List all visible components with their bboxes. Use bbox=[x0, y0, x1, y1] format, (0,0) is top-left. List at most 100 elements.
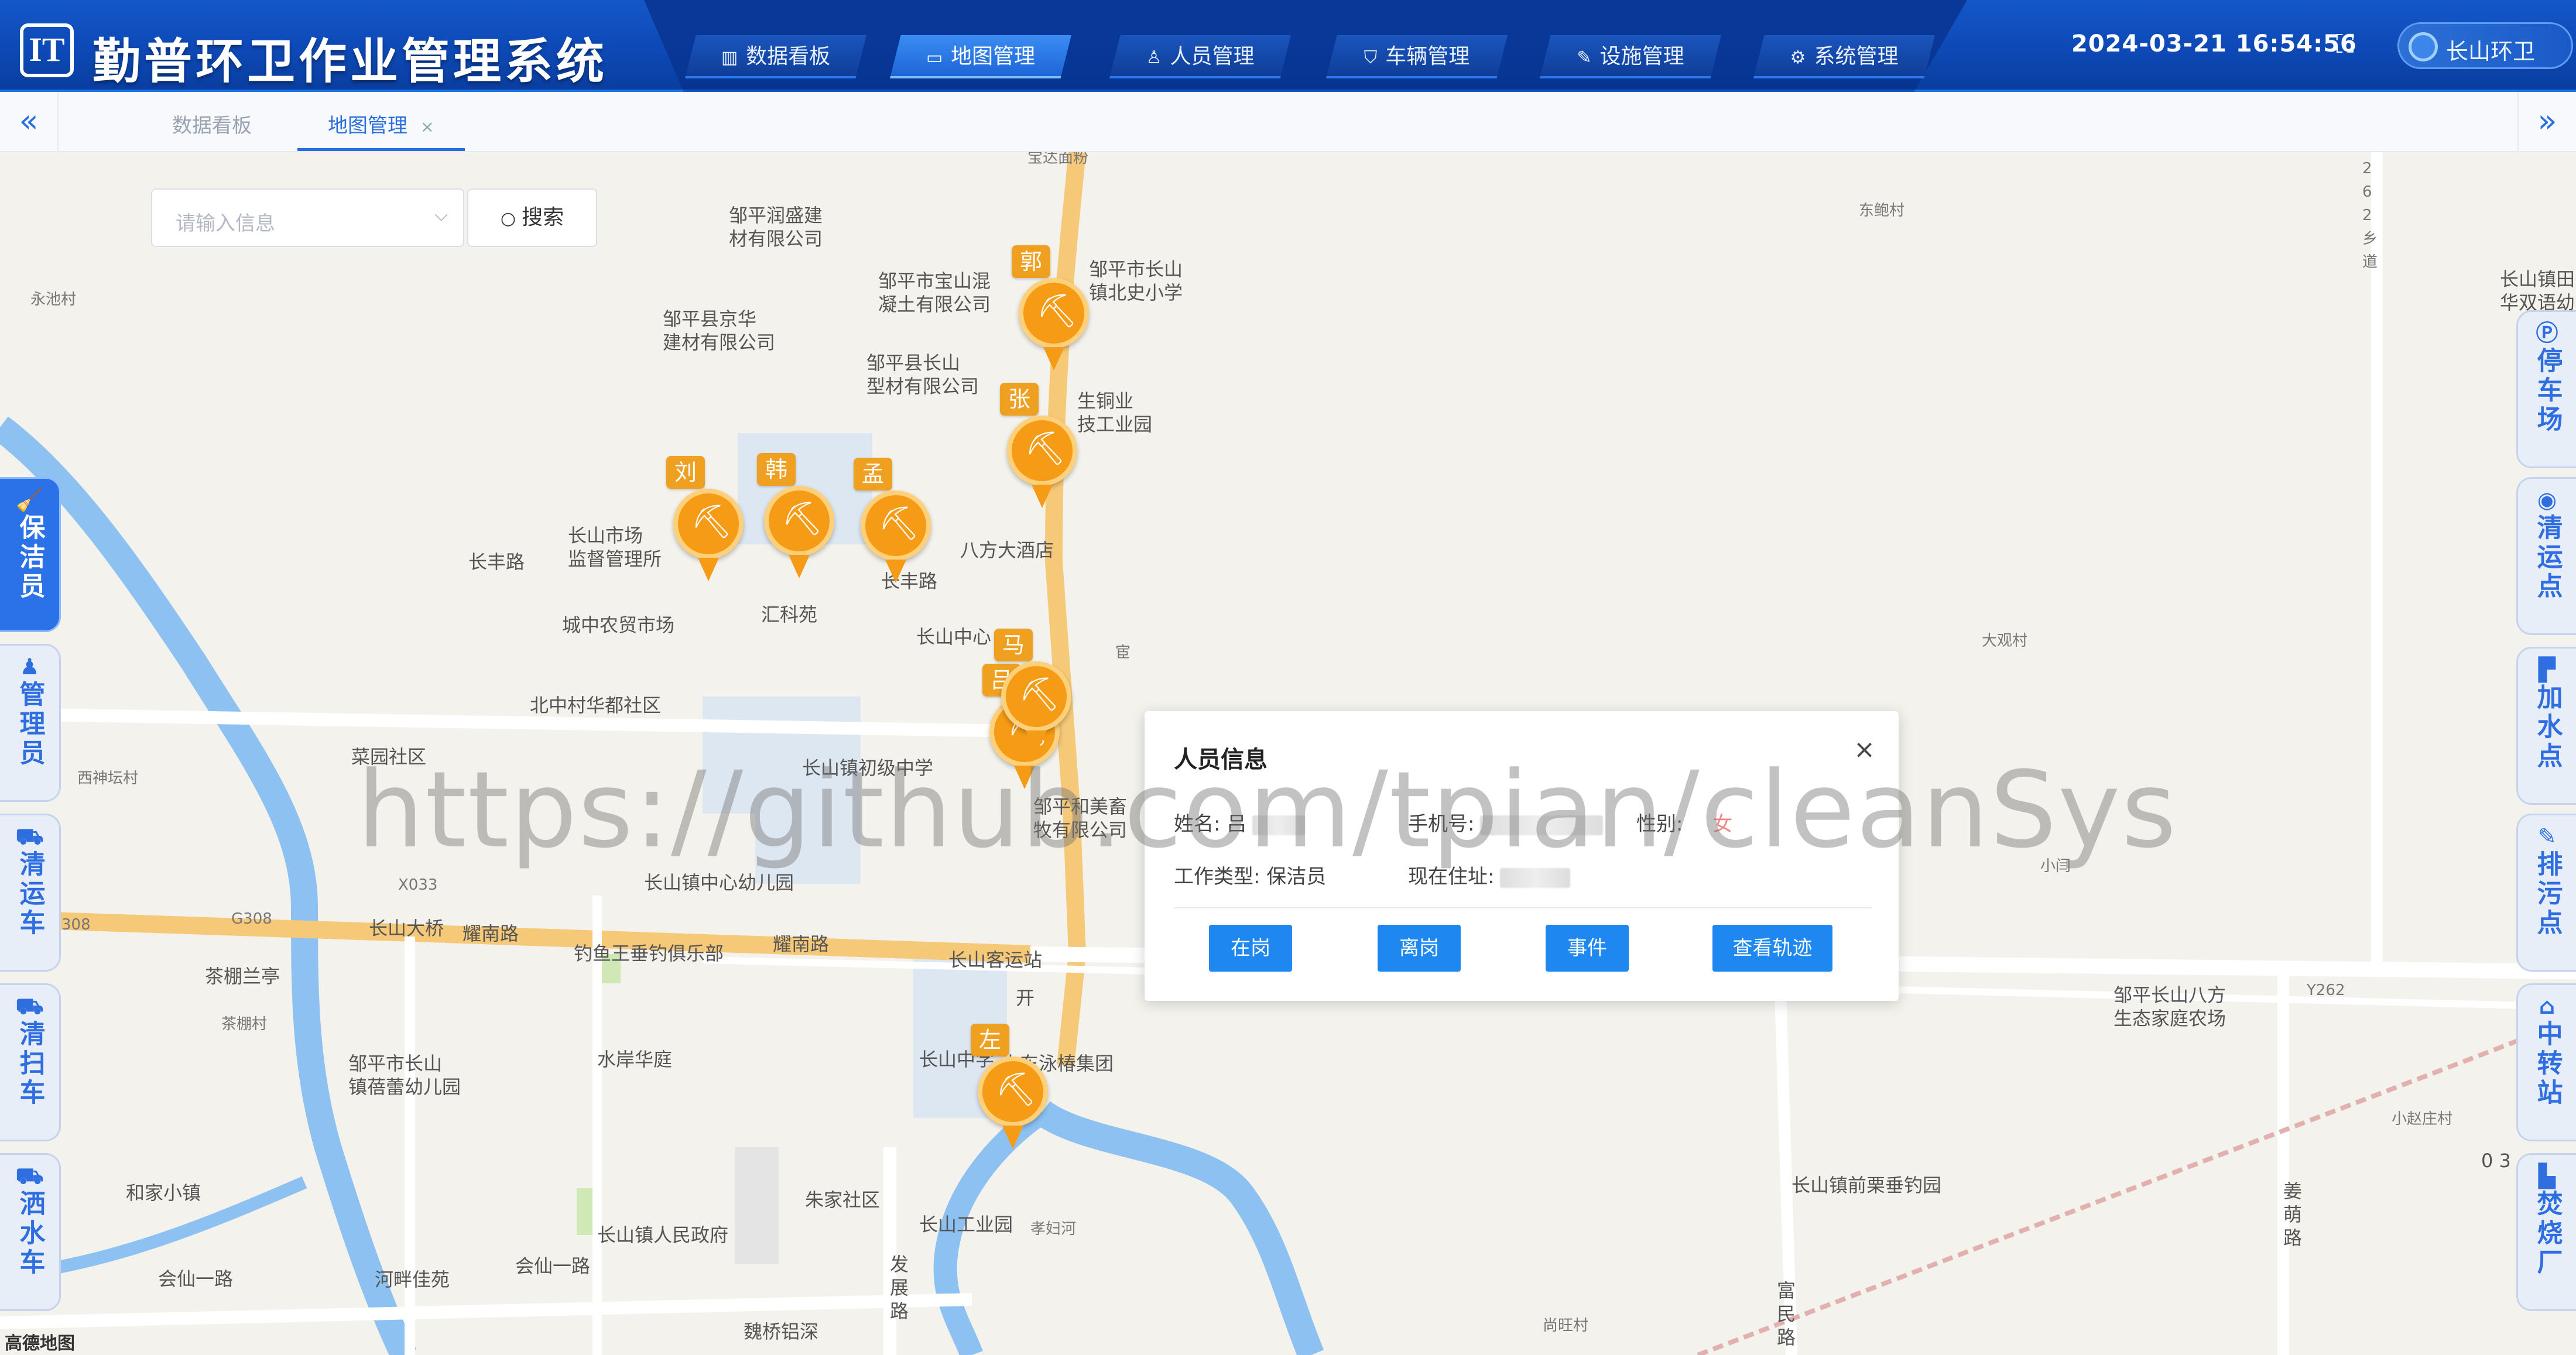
map-poi-label: 邹平市长山 镇蓓蕾幼儿园 bbox=[348, 1052, 461, 1098]
cleaner-marker[interactable]: 郭 ⛏ bbox=[1012, 245, 1089, 389]
personnel-info-dialog: 人员信息 × 姓名: 吕 手机号: 性别: 女 工作类型: 保洁员 现在住址: … bbox=[1145, 711, 1899, 1001]
nav-tab-personnel[interactable]: ♙ 人员管理 bbox=[1109, 35, 1291, 78]
fullscreen-icon[interactable]: ⛶ bbox=[2336, 29, 2354, 59]
top-header: IT 勤普环卫作业管理系统 ▥ 数据看板 ▭ 地图管理 ♙ 人员管理 ⛉ 车辆管理 ✎ 设… bbox=[0, 0, 2576, 92]
cleaner-marker[interactable]: 韩 ⛏ bbox=[757, 453, 834, 597]
cleaner-marker[interactable]: 马 ⛏ bbox=[994, 629, 1071, 773]
map-poi-label: 邹平长山八方 生态家庭农场 bbox=[2113, 984, 2226, 1030]
map-provider-logo: 高德地图 bbox=[5, 1333, 75, 1354]
close-icon[interactable]: × bbox=[420, 117, 434, 136]
cleaner-marker[interactable]: 孟 ⛏ bbox=[854, 458, 931, 602]
search-placeholder: 请输入信息 bbox=[176, 212, 275, 235]
wrench-icon: ✎ bbox=[1577, 47, 1592, 68]
field-work-type: 工作类型: 保洁员 bbox=[1174, 860, 1326, 889]
marker-pointer bbox=[885, 560, 906, 583]
field-address: 现在住址: bbox=[1408, 860, 1571, 889]
search-button[interactable]: ○ 搜索 bbox=[467, 188, 597, 247]
nav-tab-system[interactable]: ⚙ 系统管理 bbox=[1753, 35, 1935, 78]
category-tab-label: 清扫车 bbox=[15, 1020, 45, 1108]
cleaner-icon: ⛏ bbox=[691, 503, 733, 541]
expand-right-icon[interactable]: » bbox=[2517, 92, 2576, 152]
building-block bbox=[735, 1147, 779, 1264]
category-tab-manager[interactable]: ♟ 管理员 bbox=[0, 644, 61, 802]
category-tab-cleaner[interactable]: 🧹 保洁员 bbox=[0, 477, 61, 632]
cleaner-icon: ⛏ bbox=[1019, 675, 1061, 713]
map-poi-label: 邹平县长山 型材有限公司 bbox=[866, 352, 979, 397]
close-icon[interactable]: × bbox=[1854, 735, 1875, 764]
user-menu[interactable]: 长山环卫 bbox=[2397, 22, 2573, 69]
map-poi-label: 小赵庄村 bbox=[2392, 1110, 2453, 1128]
map-poi-label: 耀南路 bbox=[463, 922, 519, 945]
facility-tab-transfer-station[interactable]: ⌂ 中转站 bbox=[2516, 983, 2576, 1141]
collapse-left-icon[interactable]: « bbox=[0, 92, 59, 152]
sewage-icon: ✎ bbox=[2537, 824, 2557, 849]
road bbox=[0, 1293, 972, 1329]
marker-name-badge: 张 bbox=[1000, 383, 1039, 416]
redacted-value bbox=[1500, 867, 1571, 888]
cleaner-marker[interactable]: 左 ⛏ bbox=[971, 1024, 1048, 1168]
view-track-button[interactable]: 查看轨迹 bbox=[1712, 925, 1832, 972]
page-tab-dashboard[interactable]: 数据看板 bbox=[172, 109, 252, 138]
map-poi-label: 2 6 2 乡 道 bbox=[2362, 160, 2378, 271]
map-poi-label: 钓鱼王垂钓俱乐部 bbox=[574, 942, 724, 965]
category-tab-label: 管理员 bbox=[15, 681, 45, 769]
map-poi-label: 会仙一路 bbox=[158, 1268, 234, 1290]
map-poi-label: 东鲍村 bbox=[1859, 202, 1905, 219]
map-poi-label: 小闫 bbox=[2040, 857, 2071, 875]
facility-tab-water-point[interactable]: ▛ 加水点 bbox=[2516, 647, 2576, 805]
map-poi-label: 八方大酒店 bbox=[960, 539, 1054, 561]
facility-tab-sewage-point[interactable]: ✎ 排污点 bbox=[2516, 814, 2576, 972]
user-icon: ♙ bbox=[1146, 47, 1162, 68]
field-label: 姓名: bbox=[1174, 812, 1221, 836]
map-poi-label: 开 bbox=[1016, 987, 1035, 1009]
category-tab-garbage-truck[interactable]: ⛟ 清运车 bbox=[0, 814, 61, 972]
map-poi-label: G308 bbox=[231, 910, 272, 928]
map-poi-label: 西神坛村 bbox=[77, 770, 139, 787]
map-poi-label: 魏桥铝深 bbox=[744, 1320, 819, 1343]
page-tab-map[interactable]: 地图管理 × bbox=[328, 109, 434, 138]
category-tab-label: 清运车 bbox=[15, 850, 45, 938]
nav-tab-map[interactable]: ▭ 地图管理 bbox=[890, 35, 1071, 78]
map-poi-label: 生铜业 技工业园 bbox=[1077, 390, 1153, 435]
on-duty-button[interactable]: 在岗 bbox=[1209, 925, 1292, 972]
map-poi-label: 永池村 bbox=[30, 291, 77, 308]
search-input[interactable]: 请输入信息 ⌵ bbox=[151, 188, 464, 247]
map-poi-label: 长山中心 bbox=[916, 626, 992, 648]
nav-tab-vehicles[interactable]: ⛉ 车辆管理 bbox=[1326, 35, 1508, 78]
field-label: 现在住址: bbox=[1408, 865, 1495, 889]
map-poi-label: 长山客运站 bbox=[948, 949, 1043, 971]
marker-pointer bbox=[1002, 1126, 1023, 1149]
cleaner-marker[interactable]: 刘 ⛏ bbox=[666, 456, 744, 600]
map-poi-label: 0 3 bbox=[2481, 1150, 2511, 1172]
facility-tab-incinerator[interactable]: ▙ 焚烧厂 bbox=[2516, 1153, 2576, 1311]
facility-tab-label: 焚烧厂 bbox=[2532, 1190, 2563, 1278]
chevron-down-icon[interactable]: ⌵ bbox=[434, 205, 448, 225]
facility-tab-collection-point[interactable]: ◉ 清运点 bbox=[2516, 477, 2576, 635]
map-poi-label: 富 民 路 bbox=[1777, 1279, 1796, 1349]
school-block bbox=[703, 697, 861, 814]
off-duty-button[interactable]: 离岗 bbox=[1378, 925, 1461, 972]
shield-icon: ⛉ bbox=[1364, 47, 1378, 68]
marker-pointer bbox=[1032, 485, 1053, 508]
map-poi-label: 邹平市宝山混 凝土有限公司 bbox=[878, 270, 991, 315]
cleaner-icon: 🧹 bbox=[15, 487, 44, 513]
category-tab-sprinkler[interactable]: ⛟ 洒水车 bbox=[0, 1153, 61, 1311]
page-tab-label: 地图管理 bbox=[328, 114, 407, 138]
redacted-value bbox=[1252, 815, 1306, 835]
category-tab-label: 洒水车 bbox=[15, 1190, 45, 1278]
water-tap-icon: ▛ bbox=[2538, 657, 2556, 682]
field-label: 工作类型: bbox=[1174, 865, 1260, 889]
cleaner-marker[interactable]: 张 ⛏ bbox=[1000, 383, 1077, 527]
nav-tab-facilities[interactable]: ✎ 设施管理 bbox=[1540, 35, 1721, 78]
map-poi-label: 邹平润盛建 材有限公司 bbox=[729, 204, 823, 250]
app-logo: IT bbox=[20, 23, 74, 77]
marker-name-badge: 左 bbox=[971, 1024, 1010, 1056]
nav-tab-dashboard[interactable]: ▥ 数据看板 bbox=[685, 35, 866, 78]
map-poi-label: 长山镇中心幼儿园 bbox=[644, 872, 794, 894]
events-button[interactable]: 事件 bbox=[1546, 925, 1629, 972]
category-tab-sweeper[interactable]: ⛟ 清扫车 bbox=[0, 983, 61, 1141]
map-canvas[interactable]: 邹平润盛建 材有限公司 邹平市宝山混 凝土有限公司 邹平市长山 镇北史小学 邹平县京华… bbox=[0, 152, 2576, 1355]
marker-name-badge: 孟 bbox=[854, 458, 893, 490]
facility-tab-parking[interactable]: Ⓟ 停车场 bbox=[2516, 310, 2576, 468]
user-name: 长山环卫 bbox=[2446, 39, 2536, 64]
